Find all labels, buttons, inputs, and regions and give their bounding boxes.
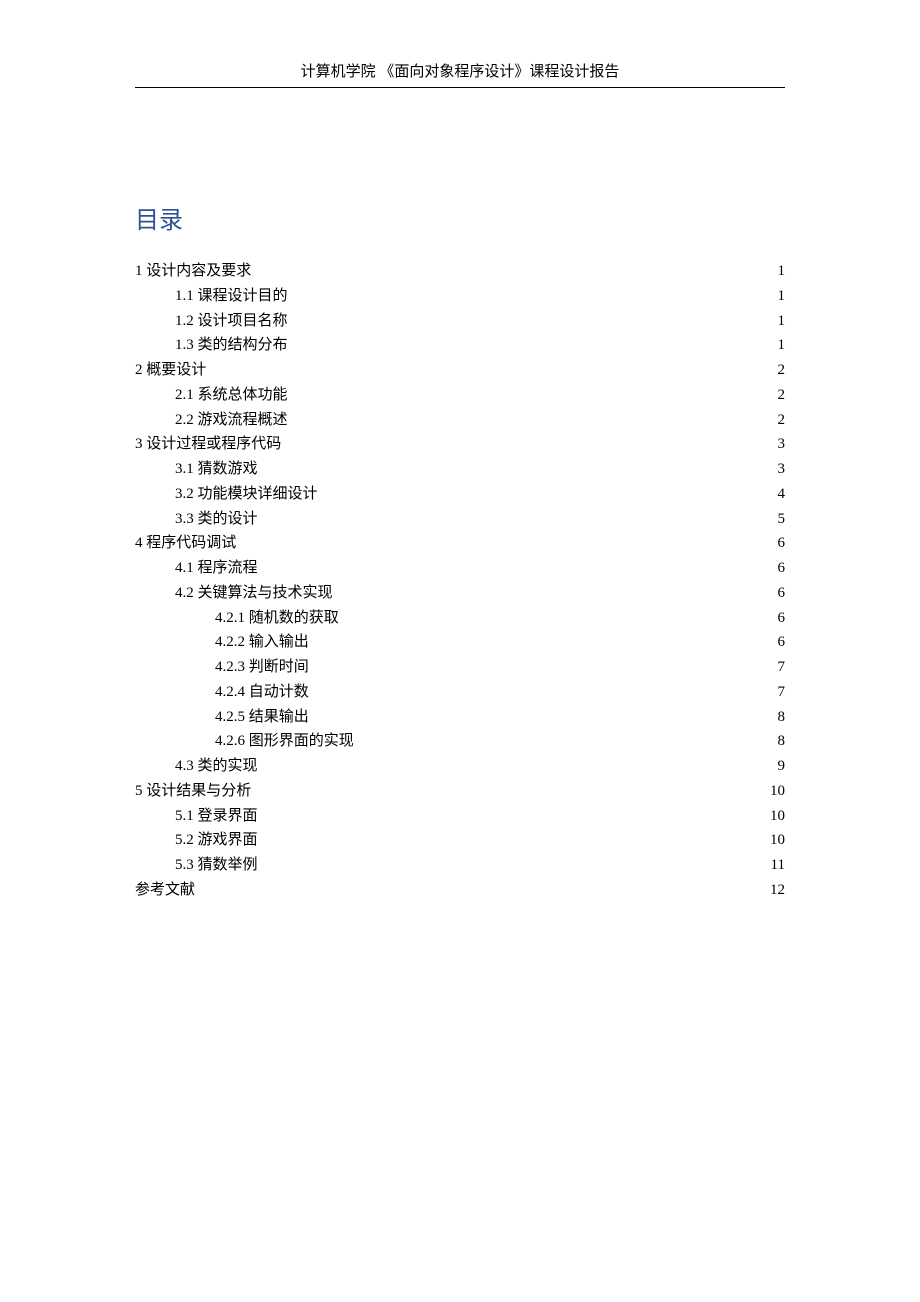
toc-entry-label: 3.2 功能模块详细设计 — [175, 482, 318, 507]
toc-title: 目录 — [135, 200, 785, 235]
toc-entry: 4.2.1 随机数的获取 6 — [135, 606, 785, 631]
toc-entry-label: 4.2.3 判断时间 — [215, 655, 309, 680]
toc-entry: 5.1 登录界面 10 — [135, 804, 785, 829]
toc-entry-label: 4.2.4 自动计数 — [215, 680, 309, 705]
toc-entry-page: 5 — [778, 507, 786, 532]
toc-entry-label: 3 设计过程或程序代码 — [135, 432, 281, 457]
toc-entry: 4.2.6 图形界面的实现 8 — [135, 729, 785, 754]
toc-entry-label: 5.1 登录界面 — [175, 804, 258, 829]
toc-entry-label: 4.3 类的实现 — [175, 754, 258, 779]
toc-entry: 1.3 类的结构分布 1 — [135, 333, 785, 358]
toc-entry: 3.3 类的设计 5 — [135, 507, 785, 532]
page-header: 计算机学院 《面向对象程序设计》课程设计报告 — [135, 60, 785, 88]
toc-entry: 4 程序代码调试 6 — [135, 531, 785, 556]
toc-entry-page: 2 — [778, 358, 786, 383]
toc-entry-label: 3.1 猜数游戏 — [175, 457, 258, 482]
toc-entry-label: 1.2 设计项目名称 — [175, 309, 288, 334]
toc-entry: 5.3 猜数举例 11 — [135, 853, 785, 878]
toc-container: 目录 1 设计内容及要求11.1 课程设计目的11.2 设计项目名称11.3 类… — [135, 200, 785, 903]
toc-entry-page: 6 — [778, 581, 786, 606]
toc-entry: 1 设计内容及要求 1 — [135, 259, 785, 284]
toc-entry-page: 6 — [778, 531, 786, 556]
toc-entry-label: 1 设计内容及要求 — [135, 259, 251, 284]
toc-entry-label: 1.3 类的结构分布 — [175, 333, 288, 358]
toc-entry: 4.2.4 自动计数 7 — [135, 680, 785, 705]
toc-entry: 2.2 游戏流程概述 2 — [135, 408, 785, 433]
toc-entry: 4.2.5 结果输出 8 — [135, 705, 785, 730]
toc-entry-page: 8 — [778, 729, 786, 754]
toc-entry-page: 6 — [778, 630, 786, 655]
toc-entry: 4.2 关键算法与技术实现 6 — [135, 581, 785, 606]
toc-entry: 4.2.2 输入输出 6 — [135, 630, 785, 655]
toc-entry-page: 10 — [770, 804, 785, 829]
toc-entry-page: 3 — [778, 432, 786, 457]
toc-entry-page: 11 — [771, 853, 785, 878]
toc-entry-label: 4.2.5 结果输出 — [215, 705, 309, 730]
toc-entry-label: 4.2.6 图形界面的实现 — [215, 729, 354, 754]
toc-entry-page: 8 — [778, 705, 786, 730]
toc-entry: 2 概要设计 2 — [135, 358, 785, 383]
toc-entry-label: 3.3 类的设计 — [175, 507, 258, 532]
toc-entry-page: 1 — [778, 284, 786, 309]
toc-entry-label: 4.2 关键算法与技术实现 — [175, 581, 333, 606]
toc-entry: 1.1 课程设计目的 1 — [135, 284, 785, 309]
toc-entry: 1.2 设计项目名称 1 — [135, 309, 785, 334]
toc-entry-label: 2 概要设计 — [135, 358, 206, 383]
toc-entry-label: 4.2.2 输入输出 — [215, 630, 309, 655]
toc-entry: 参考文献 12 — [135, 878, 785, 903]
toc-entry-page: 9 — [778, 754, 786, 779]
toc-entry: 2.1 系统总体功能 2 — [135, 383, 785, 408]
toc-entry-page: 1 — [778, 309, 786, 334]
toc-entry: 4.2.3 判断时间 7 — [135, 655, 785, 680]
toc-entry-label: 1.1 课程设计目的 — [175, 284, 288, 309]
toc-entry-label: 4 程序代码调试 — [135, 531, 236, 556]
toc-entry-page: 12 — [770, 878, 785, 903]
toc-entry-label: 5.2 游戏界面 — [175, 828, 258, 853]
header-text: 计算机学院 《面向对象程序设计》课程设计报告 — [301, 64, 620, 80]
toc-entry-label: 4.2.1 随机数的获取 — [215, 606, 339, 631]
toc-list: 1 设计内容及要求11.1 课程设计目的11.2 设计项目名称11.3 类的结构… — [135, 259, 785, 903]
toc-entry-label: 参考文献 — [135, 878, 195, 903]
toc-entry-page: 4 — [778, 482, 786, 507]
toc-entry-page: 10 — [770, 779, 785, 804]
toc-entry-page: 1 — [778, 333, 786, 358]
toc-entry-page: 7 — [778, 655, 786, 680]
toc-entry-page: 6 — [778, 556, 786, 581]
toc-entry: 3.2 功能模块详细设计 4 — [135, 482, 785, 507]
toc-entry-page: 1 — [778, 259, 786, 284]
toc-entry-label: 5 设计结果与分析 — [135, 779, 251, 804]
toc-entry-page: 2 — [778, 408, 786, 433]
toc-entry: 3.1 猜数游戏 3 — [135, 457, 785, 482]
toc-entry-page: 10 — [770, 828, 785, 853]
toc-entry: 3 设计过程或程序代码 3 — [135, 432, 785, 457]
toc-entry: 4.1 程序流程 6 — [135, 556, 785, 581]
toc-entry: 5.2 游戏界面 10 — [135, 828, 785, 853]
toc-entry-page: 2 — [778, 383, 786, 408]
toc-entry-page: 7 — [778, 680, 786, 705]
toc-entry-label: 4.1 程序流程 — [175, 556, 258, 581]
toc-entry-label: 2.1 系统总体功能 — [175, 383, 288, 408]
toc-entry-page: 3 — [778, 457, 786, 482]
toc-entry: 5 设计结果与分析 10 — [135, 779, 785, 804]
toc-entry-page: 6 — [778, 606, 786, 631]
toc-entry-label: 2.2 游戏流程概述 — [175, 408, 288, 433]
toc-entry-label: 5.3 猜数举例 — [175, 853, 258, 878]
toc-entry: 4.3 类的实现 9 — [135, 754, 785, 779]
